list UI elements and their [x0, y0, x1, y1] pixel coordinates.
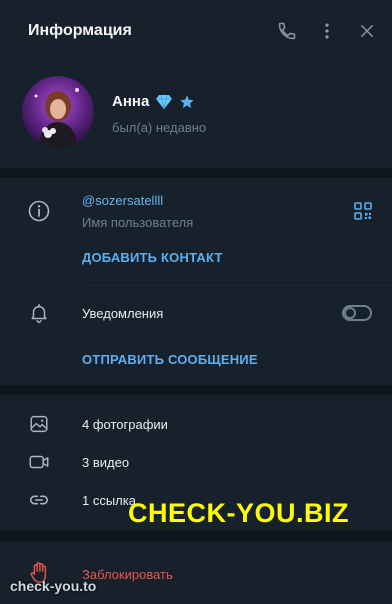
bell-icon	[26, 300, 52, 326]
qr-code-icon	[354, 202, 372, 220]
star-icon	[180, 94, 194, 108]
page-title: Информация	[28, 22, 132, 39]
send-message-button[interactable]: ОТПРАВИТЬ СООБЩЕНИЕ	[82, 352, 258, 367]
info-icon	[26, 198, 52, 224]
profile-name: Анна	[112, 93, 195, 110]
close-button[interactable]	[354, 18, 380, 44]
username-label: Имя пользователя	[82, 215, 194, 230]
username-link[interactable]: @sozersatellll	[82, 193, 163, 208]
watermark-corner-text: check-you.to	[10, 578, 97, 594]
more-options-button[interactable]	[314, 18, 340, 44]
profile-name-text: Анна	[112, 93, 150, 110]
section-divider	[0, 531, 392, 541]
media-videos-item[interactable]: 3 видео	[82, 455, 129, 470]
video-icon	[26, 449, 52, 475]
section-divider	[0, 168, 392, 178]
add-contact-button[interactable]: ДОБАВИТЬ КОНТАКТ	[82, 250, 223, 265]
toggle-knob	[344, 307, 356, 319]
diamond-icon	[156, 94, 173, 109]
profile-info-panel: Информация Анна был(а) недавно @sozersat…	[0, 0, 392, 604]
qr-code-button[interactable]	[351, 199, 375, 223]
watermark-text: CHECK-YOU.BIZ	[128, 498, 349, 528]
close-icon	[361, 25, 373, 37]
photo-icon	[26, 411, 52, 437]
profile-status: был(а) недавно	[112, 120, 207, 135]
notifications-toggle[interactable]	[342, 305, 372, 321]
media-photos-item[interactable]: 4 фотографии	[82, 417, 168, 432]
call-button[interactable]	[274, 18, 300, 44]
notifications-label: Уведомления	[82, 306, 164, 321]
profile-section: Анна был(а) недавно	[0, 64, 392, 168]
row-separator	[82, 282, 392, 283]
header: Информация	[0, 0, 392, 64]
more-vertical-icon	[325, 23, 329, 39]
section-divider	[0, 385, 392, 395]
phone-icon	[278, 22, 296, 40]
avatar[interactable]	[22, 76, 94, 148]
link-icon	[26, 487, 52, 513]
